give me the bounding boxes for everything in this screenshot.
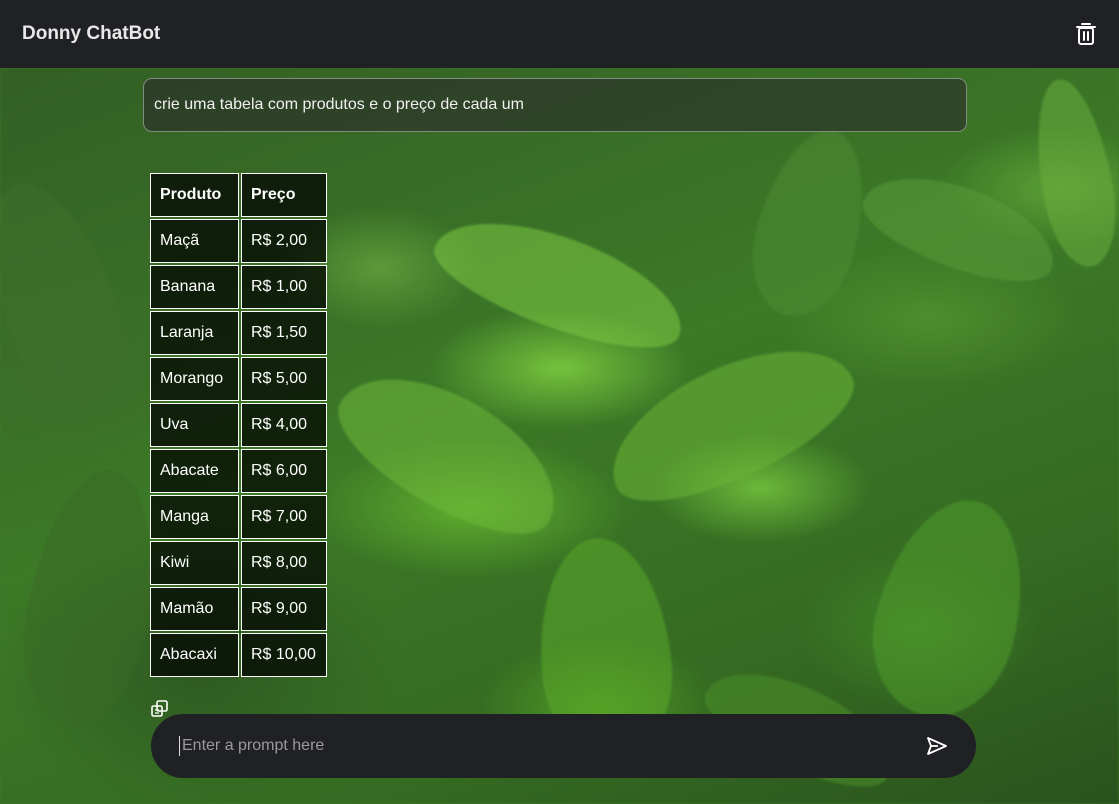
copy-icon[interactable] [151, 700, 169, 718]
price-cell: R$ 5,00 [241, 357, 327, 401]
trash-icon[interactable] [1075, 22, 1097, 46]
table-row: Laranja R$ 1,50 [150, 311, 327, 355]
price-cell: R$ 9,00 [241, 587, 327, 631]
table-row: Manga R$ 7,00 [150, 495, 327, 539]
table-row: Abacaxi R$ 10,00 [150, 633, 327, 677]
app-header: Donny ChatBot [0, 0, 1119, 68]
product-cell: Uva [150, 403, 239, 447]
price-cell: R$ 8,00 [241, 541, 327, 585]
product-cell: Laranja [150, 311, 239, 355]
product-cell: Maçã [150, 219, 239, 263]
product-price-table: Produto Preço Maçã R$ 2,00 Banana R$ 1,0… [148, 171, 329, 679]
price-cell: R$ 4,00 [241, 403, 327, 447]
price-cell: R$ 1,00 [241, 265, 327, 309]
prompt-input-bar [151, 714, 976, 778]
product-cell: Abacaxi [150, 633, 239, 677]
price-cell: R$ 2,00 [241, 219, 327, 263]
table-row: Mamão R$ 9,00 [150, 587, 327, 631]
product-cell: Kiwi [150, 541, 239, 585]
product-cell: Abacate [150, 449, 239, 493]
product-cell: Morango [150, 357, 239, 401]
column-header-produto: Produto [150, 173, 239, 217]
column-header-preco: Preço [241, 173, 327, 217]
product-cell: Banana [150, 265, 239, 309]
price-cell: R$ 6,00 [241, 449, 327, 493]
table-row: Maçã R$ 2,00 [150, 219, 327, 263]
table-header-row: Produto Preço [150, 173, 327, 217]
table-row: Banana R$ 1,00 [150, 265, 327, 309]
prompt-input[interactable] [179, 736, 916, 756]
price-cell: R$ 10,00 [241, 633, 327, 677]
table-row: Abacate R$ 6,00 [150, 449, 327, 493]
user-message-bubble: crie uma tabela com produtos e o preço d… [143, 78, 967, 132]
app-title: Donny ChatBot [22, 23, 161, 44]
table-row: Morango R$ 5,00 [150, 357, 327, 401]
table-row: Kiwi R$ 8,00 [150, 541, 327, 585]
user-message-text: crie uma tabela com produtos e o preço d… [154, 96, 524, 113]
price-cell: R$ 1,50 [241, 311, 327, 355]
price-cell: R$ 7,00 [241, 495, 327, 539]
product-cell: Mamão [150, 587, 239, 631]
send-icon[interactable] [926, 735, 948, 757]
product-cell: Manga [150, 495, 239, 539]
table-row: Uva R$ 4,00 [150, 403, 327, 447]
